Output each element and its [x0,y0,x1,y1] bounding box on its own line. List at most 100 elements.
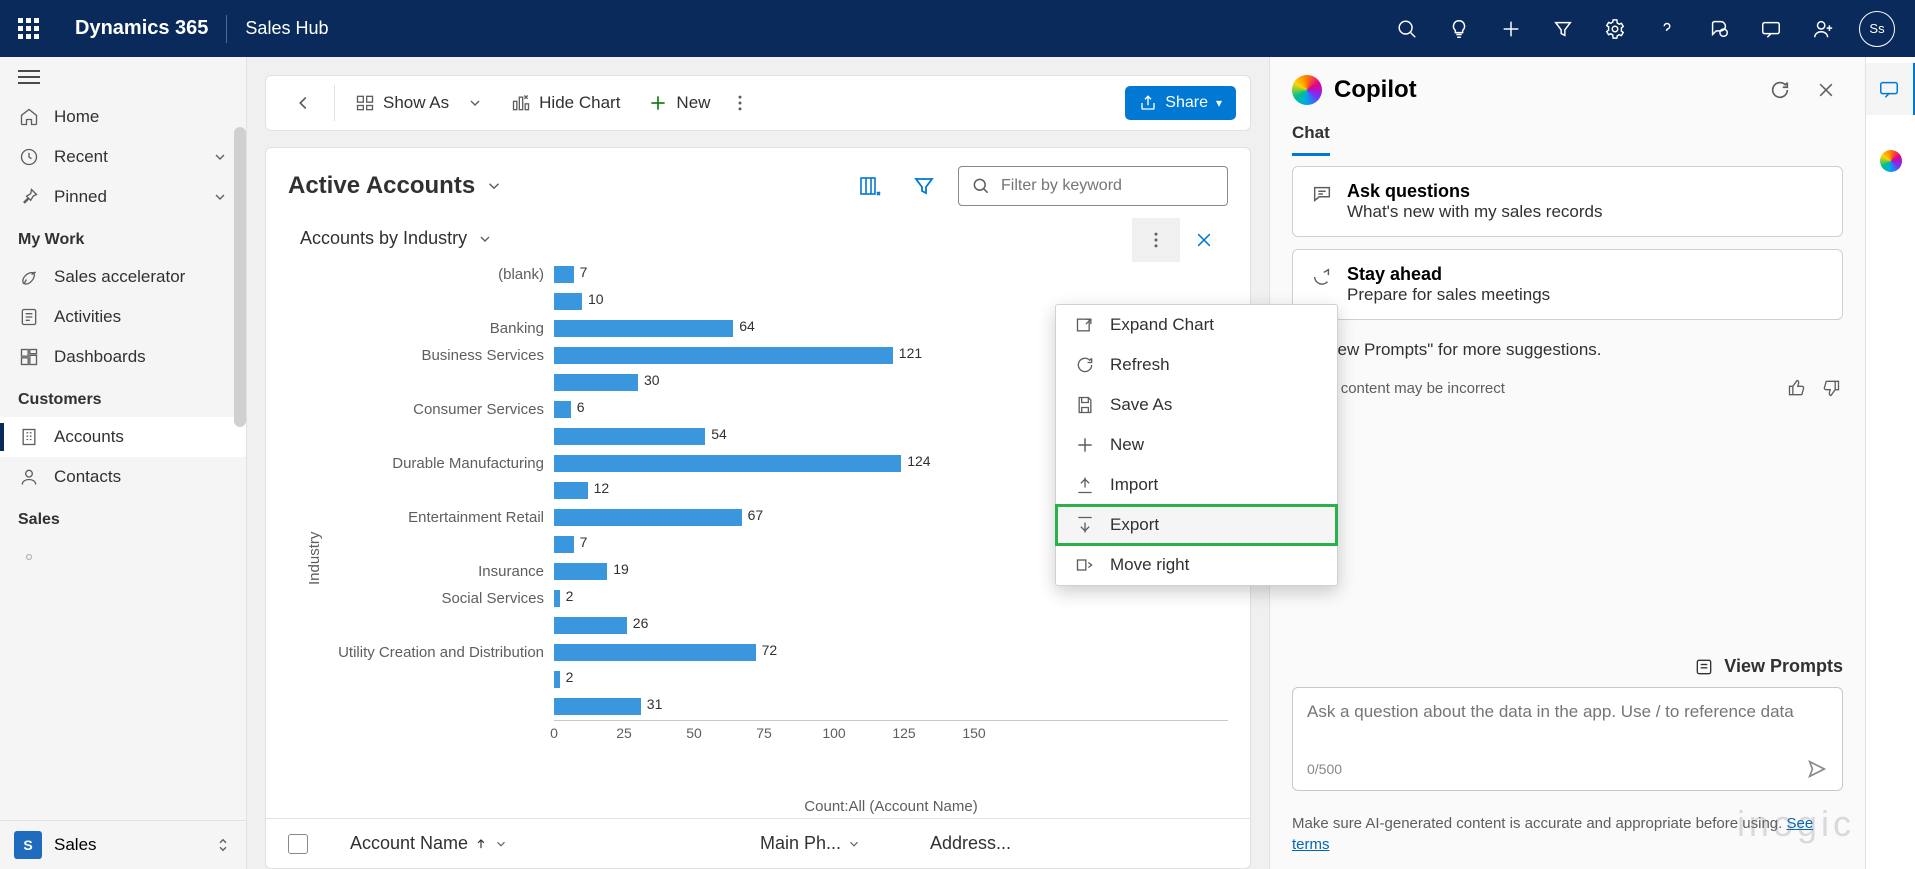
ctx-item-expand-chart[interactable]: Expand Chart [1056,305,1337,345]
overflow-button[interactable] [726,87,754,119]
column-account-name[interactable]: Account Name [350,833,730,854]
select-all-checkbox[interactable] [288,834,308,854]
column-main-phone[interactable]: Main Ph... [760,833,900,854]
ask-placeholder: Ask a question about the data in the app… [1307,700,1828,748]
card-header: Active Accounts [266,148,1250,216]
copilot-tab-chat[interactable]: Chat [1292,123,1330,156]
column-address[interactable]: Address... [930,833,1011,854]
rail-copilot-button[interactable] [1866,63,1915,115]
suggestion-card-stay-ahead[interactable]: Stay ahead Prepare for sales meetings [1292,249,1843,320]
ctx-item-new[interactable]: New [1056,425,1337,465]
copilot-input-area: View Prompts Ask a question about the da… [1270,656,1865,803]
clock-icon [18,147,40,167]
copilot-logo-icon [1292,75,1322,105]
person-add-icon[interactable] [1797,0,1849,57]
updown-icon [214,836,232,854]
sidebar-area-switcher[interactable]: S Sales [0,820,246,869]
prompts-icon [1694,657,1714,677]
building-icon [18,427,40,447]
copilot-panel: Copilot Chat Ask questions What's new wi… [1269,57,1865,869]
sidebar-section-mywork: My Work [0,217,246,257]
gear-icon [18,547,40,567]
filter-icon[interactable] [1537,0,1589,57]
sidebar-item-contacts[interactable]: Contacts [0,457,246,497]
sidebar-toggle[interactable] [0,57,246,97]
chart-bar[interactable]: 31 [329,693,1228,720]
area-badge: S [14,831,42,859]
app-name[interactable]: Sales Hub [227,18,346,39]
new-button[interactable]: New [636,87,722,119]
chat-icon[interactable] [1745,0,1797,57]
ctx-item-import[interactable]: Import [1056,465,1337,505]
send-button[interactable] [1806,758,1828,780]
sidebar-item-sales-accelerator[interactable]: Sales accelerator [0,257,246,297]
user-avatar[interactable]: Ss [1859,11,1895,47]
brand-name[interactable]: Dynamics 365 [57,17,226,40]
waffle-icon [18,18,39,39]
settings-icon[interactable] [1589,0,1641,57]
area-label: Sales [54,835,97,855]
rocket-icon [18,267,40,287]
chart-controls [1132,218,1228,262]
home-icon [18,107,40,127]
suggestion-card-ask[interactable]: Ask questions What's new with my sales r… [1292,166,1843,237]
sidebar-scrollbar[interactable] [234,127,246,427]
back-button[interactable] [280,86,326,120]
app-launcher-button[interactable] [0,0,57,57]
ai-disclaimer: erated content may be incorrect [1292,374,1843,410]
prompt-continuation-text: se "View Prompts" for more suggestions. [1292,332,1843,374]
ctx-item-save-as[interactable]: Save As [1056,385,1337,425]
copilot-header-icon[interactable] [1693,0,1745,57]
chart-bar[interactable]: Utility Creation and Distribution72 [329,639,1228,666]
search-icon [971,176,991,196]
help-icon[interactable] [1641,0,1693,57]
share-button[interactable]: Share ▾ [1125,86,1236,120]
add-icon[interactable] [1485,0,1537,57]
chart-bar[interactable]: 2 [329,666,1228,693]
search-icon[interactable] [1381,0,1433,57]
edit-columns-button[interactable] [850,166,890,206]
sidebar-item-label: Contacts [54,467,121,487]
show-as-button[interactable]: Show As [343,87,495,119]
grid-icon [355,93,375,113]
copilot-ask-box[interactable]: Ask a question about the data in the app… [1292,687,1843,791]
thumbs-down-button[interactable] [1821,378,1841,398]
lightbulb-icon[interactable] [1433,0,1485,57]
keyword-filter[interactable] [958,166,1228,206]
rail-copilot-logo-button[interactable] [1866,135,1915,187]
sidebar-item-activities[interactable]: Activities [0,297,246,337]
person-icon [18,467,40,487]
thumbs-up-button[interactable] [1787,378,1807,398]
refresh-copilot-button[interactable] [1763,73,1797,107]
workspace: Home Recent Pinned My Work Sales acceler… [0,57,1915,869]
sidebar-item-leads-partial[interactable] [0,537,246,577]
chevron-down-icon: ▾ [1216,96,1222,110]
view-prompts-button[interactable]: View Prompts [1694,656,1843,677]
sidebar-item-accounts[interactable]: Accounts [0,417,246,457]
ctx-item-move-right[interactable]: Move right [1056,545,1337,585]
sort-asc-icon [474,837,488,851]
chart-bar[interactable]: Social Services2 [329,585,1228,612]
chart-bar[interactable]: 26 [329,612,1228,639]
sidebar-item-dashboards[interactable]: Dashboards [0,337,246,377]
plus-icon [648,93,668,113]
chart-bar[interactable]: (blank)7 [329,261,1228,288]
close-copilot-button[interactable] [1809,73,1843,107]
sidebar-section-sales: Sales [0,497,246,537]
filter-button[interactable] [904,166,944,206]
ctx-item-refresh[interactable]: Refresh [1056,345,1337,385]
sidebar-item-home[interactable]: Home [0,97,246,137]
chart-selector[interactable]: Accounts by Industry [300,222,1228,261]
chart-more-button[interactable] [1132,218,1180,262]
hide-chart-button[interactable]: Hide Chart [499,87,632,119]
keyword-filter-input[interactable] [1001,177,1215,195]
sidebar-item-pinned[interactable]: Pinned [0,177,246,217]
arrow-forward-icon [1311,264,1333,305]
sidebar-item-label: Recent [54,147,108,167]
chart-close-button[interactable] [1180,218,1228,262]
view-selector[interactable]: Active Accounts [288,172,503,200]
chart-context-menu: Expand ChartRefreshSave AsNewImportExpor… [1055,304,1338,586]
ctx-item-export[interactable]: Export [1056,505,1337,545]
chevron-down-icon [477,231,493,247]
sidebar-item-recent[interactable]: Recent [0,137,246,177]
